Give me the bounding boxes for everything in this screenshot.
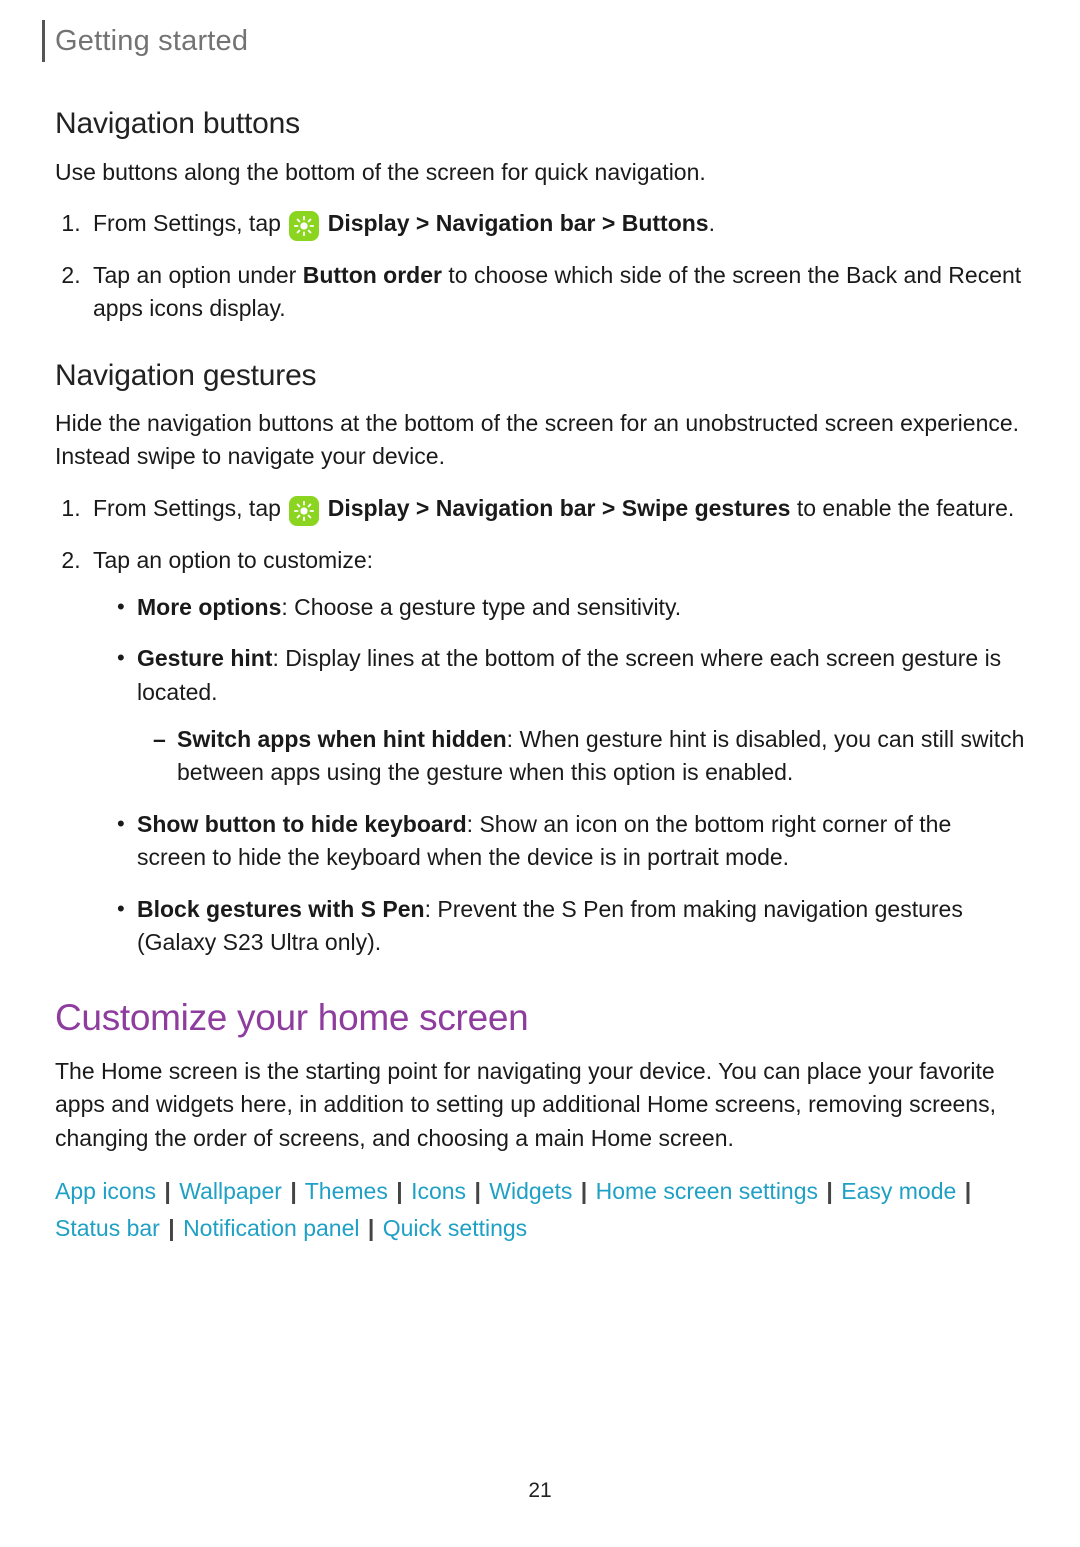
link-sep: | [366,1215,376,1241]
heading-nav-buttons: Navigation buttons [55,102,1025,146]
nav-gestures-step-2: Tap an option to customize: More options… [87,544,1025,959]
customize-intro: The Home screen is the starting point fo… [55,1055,1025,1155]
link-easy-mode[interactable]: Easy mode [841,1178,956,1204]
step-lead: From Settings, tap [93,495,287,521]
path-navbar: Navigation bar [436,210,596,236]
link-status-bar[interactable]: Status bar [55,1215,160,1241]
path-buttons: Buttons [622,210,709,236]
nav-gestures-intro: Hide the navigation buttons at the botto… [55,407,1025,474]
link-sep: | [288,1178,298,1204]
link-icons[interactable]: Icons [411,1178,466,1204]
gesture-hint-sub: Switch apps when hint hidden: When gestu… [137,723,1025,790]
nav-gestures-steps: From Settings, tap Display > Navigation … [55,492,1025,959]
link-sep: | [579,1178,589,1204]
link-sep: | [162,1178,172,1204]
link-notif-panel[interactable]: Notification panel [183,1215,359,1241]
option-switch-apps: Switch apps when hint hidden: When gestu… [177,723,1025,790]
link-sep: | [472,1178,482,1204]
link-themes[interactable]: Themes [305,1178,388,1204]
path-display: Display [328,495,410,521]
nav-buttons-intro: Use buttons along the bottom of the scre… [55,156,1025,189]
nav-buttons-step-1: From Settings, tap Display > Navigation … [87,207,1025,241]
path-display: Display [328,210,410,236]
section-header: Getting started [42,20,1025,62]
option-more-options: More options: Choose a gesture type and … [137,591,1025,624]
display-icon [289,496,319,526]
heading-nav-gestures: Navigation gestures [55,354,1025,398]
option-gesture-hint: Gesture hint: Display lines at the botto… [137,642,1025,789]
link-sep: | [166,1215,176,1241]
nav-buttons-steps: From Settings, tap Display > Navigation … [55,207,1025,326]
link-widgets[interactable]: Widgets [489,1178,572,1204]
display-icon [289,211,319,241]
link-quick-settings[interactable]: Quick settings [383,1215,527,1241]
option-hide-keyboard: Show button to hide keyboard: Show an ic… [137,808,1025,875]
step-lead: From Settings, tap [93,210,287,236]
link-wallpaper[interactable]: Wallpaper [179,1178,282,1204]
link-app-icons[interactable]: App icons [55,1178,156,1204]
heading-customize-home: Customize your home screen [55,991,1025,1045]
option-block-spen: Block gestures with S Pen: Prevent the S… [137,893,1025,960]
link-sep: | [963,1178,973,1204]
topic-links-row: App icons | Wallpaper | Themes | Icons |… [55,1173,1025,1247]
link-sep: | [824,1178,834,1204]
nav-gestures-step-1: From Settings, tap Display > Navigation … [87,492,1025,526]
path-navbar: Navigation bar [436,495,596,521]
link-sep: | [394,1178,404,1204]
customize-options: More options: Choose a gesture type and … [93,591,1025,959]
page-number: 21 [55,1476,1025,1506]
nav-buttons-step-2: Tap an option under Button order to choo… [87,259,1025,326]
link-home-settings[interactable]: Home screen settings [596,1178,818,1204]
path-swipe: Swipe gestures [622,495,791,521]
